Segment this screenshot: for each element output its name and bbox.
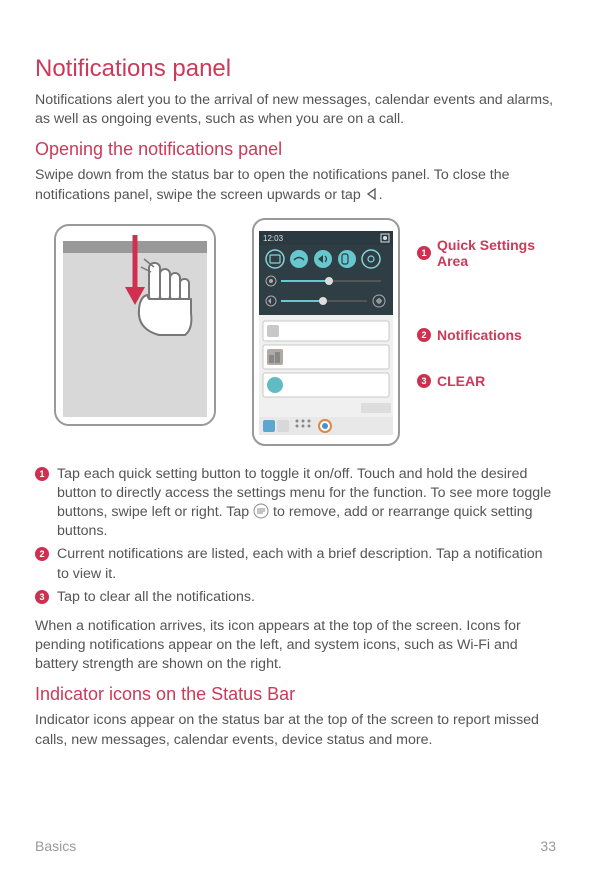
opening-text-b: . xyxy=(379,187,383,203)
intro-paragraph: Notifications alert you to the arrival o… xyxy=(35,91,556,129)
phone-swipe-illustration xyxy=(35,217,235,427)
numbered-item-1: 1 Tap each quick setting button to toggl… xyxy=(35,465,556,542)
opening-text-a: Swipe down from the status bar to open t… xyxy=(35,167,510,202)
label-quick-settings: Quick Settings Area xyxy=(437,237,556,269)
label-row-2: 2 Notifications xyxy=(417,327,556,343)
phone-time-text: 12:03 xyxy=(263,234,284,243)
back-triangle-icon xyxy=(365,187,379,201)
heading-indicator-icons: Indicator icons on the Status Bar xyxy=(35,684,556,705)
item3-text: Tap to clear all the notifications. xyxy=(57,588,556,607)
item2-text: Current notifications are listed, each w… xyxy=(57,545,556,583)
edit-circle-icon xyxy=(253,503,269,519)
item1-text: Tap each quick setting button to toggle … xyxy=(57,465,556,542)
badge-1-icon: 1 xyxy=(417,246,431,260)
badge-2-icon: 2 xyxy=(417,328,431,342)
page-footer: Basics 33 xyxy=(35,838,556,854)
label-clear: CLEAR xyxy=(437,373,485,389)
arrival-paragraph: When a notification arrives, its icon ap… xyxy=(35,617,556,675)
phone-notifications-illustration: 12:03 xyxy=(241,217,411,447)
badge-3-icon: 3 xyxy=(35,590,49,604)
badge-1-icon: 1 xyxy=(35,467,49,481)
numbered-item-3: 3 Tap to clear all the notifications. xyxy=(35,588,556,607)
numbered-list: 1 Tap each quick setting button to toggl… xyxy=(35,465,556,607)
figure-row: 12:03 xyxy=(35,217,556,447)
figure-labels: 1 Quick Settings Area 2 Notifications 3 … xyxy=(417,217,556,389)
footer-section: Basics xyxy=(35,838,76,854)
numbered-item-2: 2 Current notifications are listed, each… xyxy=(35,545,556,583)
footer-page-number: 33 xyxy=(540,838,556,854)
heading-notifications-panel: Notifications panel xyxy=(35,55,556,83)
label-notifications: Notifications xyxy=(437,327,522,343)
opening-paragraph: Swipe down from the status bar to open t… xyxy=(35,166,556,204)
badge-2-icon: 2 xyxy=(35,547,49,561)
label-row-1: 1 Quick Settings Area xyxy=(417,237,556,269)
badge-3-icon: 3 xyxy=(417,374,431,388)
heading-opening: Opening the notifications panel xyxy=(35,139,556,160)
label-row-3: 3 CLEAR xyxy=(417,373,556,389)
indicator-paragraph: Indicator icons appear on the status bar… xyxy=(35,711,556,749)
